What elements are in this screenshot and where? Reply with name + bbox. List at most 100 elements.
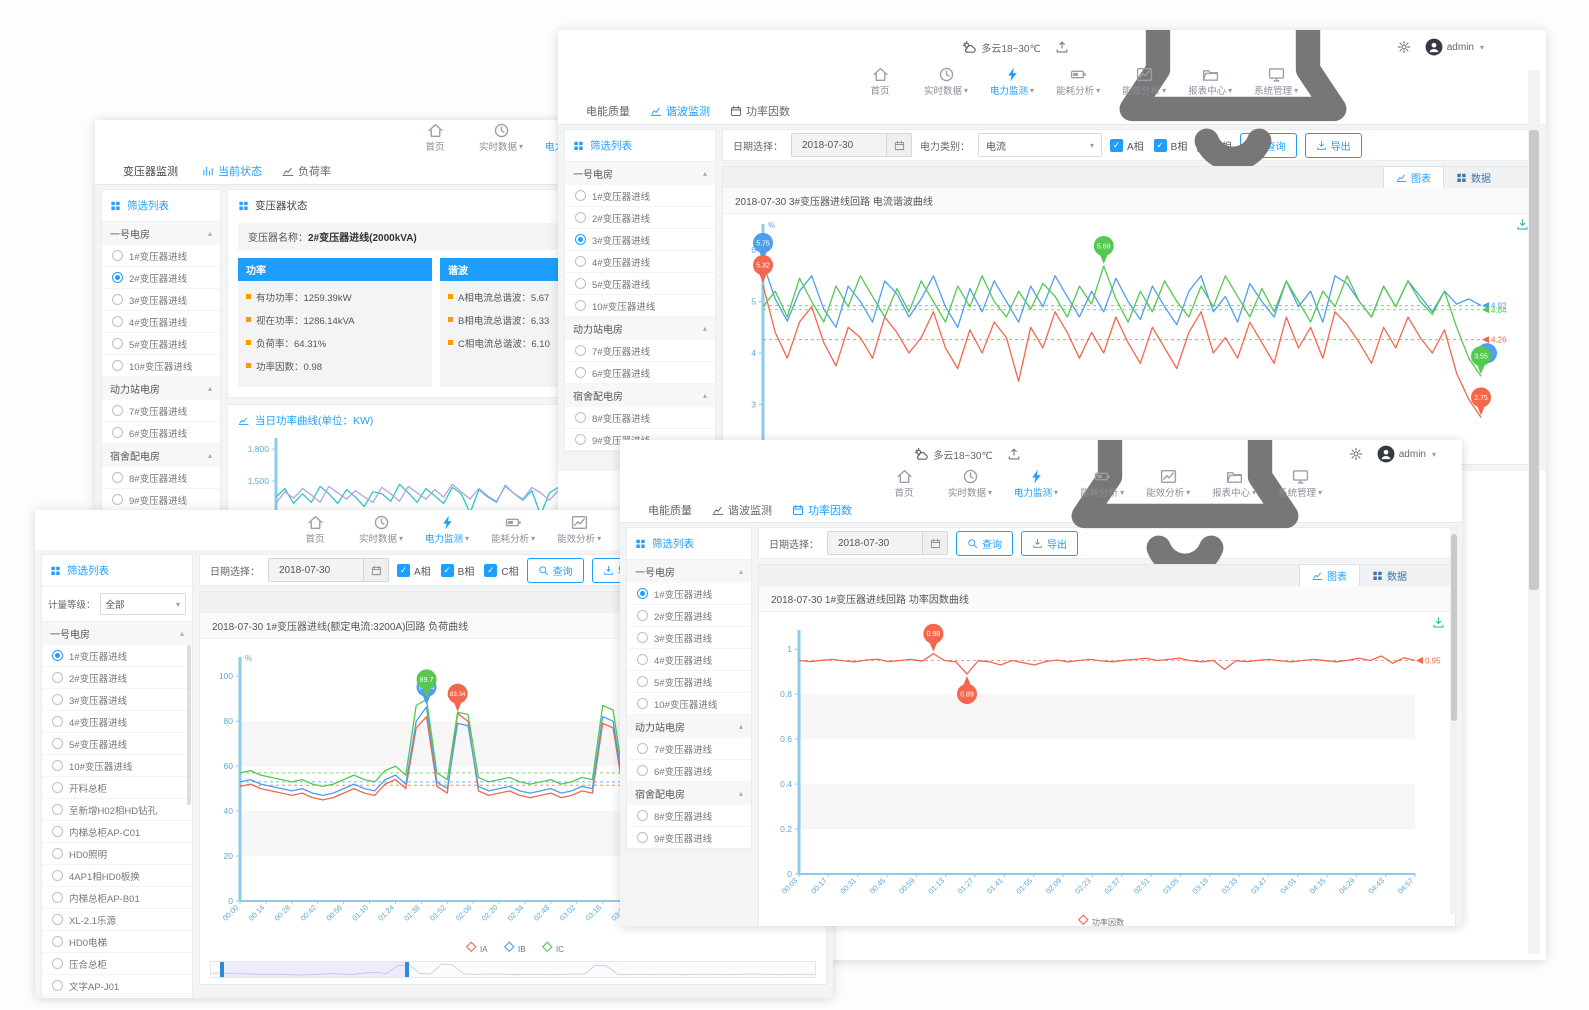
sidebar-item[interactable]: 内梯总柜AP-B01 <box>42 887 192 909</box>
search-button[interactable]: 查询 <box>956 531 1013 556</box>
sidebar-item[interactable]: 1#变压器进线 <box>627 583 751 605</box>
time-range-brush[interactable] <box>210 961 816 978</box>
view-tab-data[interactable]: 数据 <box>1360 564 1419 586</box>
date-input[interactable]: 2018-07-30 <box>791 133 912 157</box>
sidebar-item[interactable]: 3#变压器进线 <box>42 689 192 711</box>
tab-load-rate[interactable]: 负荷率 <box>282 163 331 179</box>
sidebar-item[interactable]: 4#变压器进线 <box>102 311 220 333</box>
nav-item-home[interactable]: 首页 <box>293 514 337 545</box>
nav-item-report[interactable]: 报表中心▾ <box>1188 66 1232 97</box>
sidebar-item[interactable]: 10#变压器进线 <box>627 693 751 715</box>
sidebar-item[interactable]: 4#变压器进线 <box>565 251 715 273</box>
sidebar-item[interactable]: 8#变压器进线 <box>627 805 751 827</box>
view-tab-chart[interactable]: 图表 <box>1299 564 1360 586</box>
phase-checkbox-C相[interactable]: ✓C相 <box>484 563 518 578</box>
nav-item-realtime[interactable]: 实时数据▾ <box>359 514 403 545</box>
nav-item-efficiency[interactable]: 能效分析▾ <box>557 514 601 545</box>
sidebar-item[interactable]: 3#变压器进线 <box>102 289 220 311</box>
phase-checkbox-A相[interactable]: ✓A相 <box>397 563 431 578</box>
sidebar-group[interactable]: 动力站电房▴ <box>565 317 715 340</box>
sidebar-group[interactable]: 动力站电房▴ <box>627 715 751 738</box>
chart-download-icon[interactable] <box>1516 218 1529 231</box>
sidebar-item[interactable]: 4AP1相HD0板换 <box>42 865 192 887</box>
view-tab-data[interactable]: 数据 <box>1444 166 1503 188</box>
sidebar-item[interactable]: 2#变压器进线 <box>565 207 715 229</box>
nav-item-power[interactable]: 电力监测▾ <box>425 514 469 545</box>
gear-icon[interactable] <box>1397 40 1411 54</box>
sidebar-item[interactable]: 10#变压器进线 <box>565 295 715 317</box>
sidebar-item[interactable]: 2#变压器进线 <box>42 667 192 689</box>
sidebar-item[interactable]: 开料总柜 <box>42 777 192 799</box>
sidebar-item[interactable]: 5#变压器进线 <box>42 733 192 755</box>
scrollbar[interactable] <box>1450 524 1458 914</box>
tab-pf[interactable]: 功率因数 <box>792 502 852 518</box>
sidebar-group[interactable]: 宿舍配电房▴ <box>627 782 751 805</box>
upload-icon[interactable] <box>1007 447 1021 461</box>
sidebar-item[interactable]: 10#变压器进线 <box>102 355 220 377</box>
upload-icon[interactable] <box>1055 40 1069 54</box>
sidebar-item[interactable]: HD0照明 <box>42 843 192 865</box>
sidebar-group[interactable]: 一号电房▴ <box>42 622 192 645</box>
scrollbar[interactable] <box>1528 70 1540 954</box>
sidebar-item[interactable]: 5#变压器进线 <box>565 273 715 295</box>
nav-item-energy[interactable]: 能耗分析▾ <box>1080 468 1124 499</box>
nav-item-realtime[interactable]: 实时数据▾ <box>924 66 968 97</box>
sidebar-group[interactable]: 一号电房▴ <box>565 162 715 185</box>
tab-quality[interactable]: 电能质量 <box>586 103 630 119</box>
sidebar-group[interactable]: 宿舍配电房▴ <box>102 444 220 467</box>
nav-item-efficiency[interactable]: 能效分析▾ <box>1146 468 1190 499</box>
phase-checkbox-B相[interactable]: ✓B相 <box>441 563 475 578</box>
sidebar-group[interactable]: 一号电房▴ <box>102 222 220 245</box>
tab-harmonic[interactable]: 谐波监测 <box>712 502 772 518</box>
sidebar-item[interactable]: 沉金 <box>42 997 192 998</box>
sidebar-item[interactable]: HD0电梯 <box>42 931 192 953</box>
nav-item-home[interactable]: 首页 <box>882 468 926 499</box>
nav-item-home[interactable]: 首页 <box>858 66 902 97</box>
sidebar-item[interactable]: 9#变压器进线 <box>627 827 751 849</box>
sidebar-item[interactable]: 压合总柜 <box>42 953 192 975</box>
sidebar-scrollbar[interactable] <box>187 645 191 805</box>
sidebar-item[interactable]: 3#变压器进线 <box>565 229 715 251</box>
nav-item-energy[interactable]: 能耗分析▾ <box>1056 66 1100 97</box>
sidebar-item[interactable]: XL-2.1乐源 <box>42 909 192 931</box>
date-input[interactable]: 2018-07-30 <box>268 558 389 582</box>
user-menu[interactable]: admin▾ <box>1377 445 1436 463</box>
sidebar-item[interactable]: 3#变压器进线 <box>627 627 751 649</box>
sidebar-item[interactable]: 4#变压器进线 <box>42 711 192 733</box>
nav-item-home[interactable]: 首页 <box>413 122 457 153</box>
sidebar-item[interactable]: 2#变压器进线 <box>627 605 751 627</box>
sidebar-item[interactable]: 7#变压器进线 <box>102 400 220 422</box>
sidebar-item[interactable]: 6#变压器进线 <box>627 760 751 782</box>
tab-quality[interactable]: 电能质量 <box>648 502 692 518</box>
sidebar-item[interactable]: 6#变压器进线 <box>565 362 715 384</box>
nav-item-report[interactable]: 报表中心▾ <box>1212 468 1256 499</box>
nav-item-power[interactable]: 电力监测▾ <box>1014 468 1058 499</box>
date-input[interactable]: 2018-07-30 <box>827 531 948 555</box>
search-button[interactable]: 查询 <box>527 558 584 583</box>
sidebar-item[interactable]: 1#变压器进线 <box>102 245 220 267</box>
user-menu[interactable]: admin▾ <box>1425 38 1484 56</box>
sidebar-item[interactable]: 7#变压器进线 <box>627 738 751 760</box>
sidebar-item[interactable]: 2#变压器进线 <box>102 267 220 289</box>
brush-selection[interactable] <box>220 962 409 977</box>
nav-item-energy[interactable]: 能耗分析▾ <box>491 514 535 545</box>
sidebar-item[interactable]: 文字AP-J01 <box>42 975 192 997</box>
nav-item-realtime[interactable]: 实时数据▾ <box>479 122 523 153</box>
sidebar-item[interactable]: 7#变压器进线 <box>565 340 715 362</box>
view-tab-chart[interactable]: 图表 <box>1383 166 1444 188</box>
sidebar-group[interactable]: 一号电房▴ <box>627 560 751 583</box>
sidebar-group[interactable]: 宿舍配电房▴ <box>565 384 715 407</box>
sidebar-item[interactable]: 8#变压器进线 <box>565 407 715 429</box>
nav-item-realtime[interactable]: 实时数据▾ <box>948 468 992 499</box>
sidebar-item[interactable]: 10#变压器进线 <box>42 755 192 777</box>
sidebar-item[interactable]: 1#变压器进线 <box>565 185 715 207</box>
tab-harmonic[interactable]: 谐波监测 <box>650 103 710 119</box>
nav-item-power[interactable]: 电力监测▾ <box>990 66 1034 97</box>
sidebar-item[interactable]: 6#变压器进线 <box>102 422 220 444</box>
sidebar-item[interactable]: 1#变压器进线 <box>42 645 192 667</box>
sidebar-item[interactable]: 8#变压器进线 <box>102 467 220 489</box>
sidebar-item[interactable]: 5#变压器进线 <box>102 333 220 355</box>
sidebar-group[interactable]: 动力站电房▴ <box>102 377 220 400</box>
tab-status[interactable]: 当前状态 <box>202 163 262 179</box>
chart-download-icon[interactable] <box>1432 616 1445 629</box>
